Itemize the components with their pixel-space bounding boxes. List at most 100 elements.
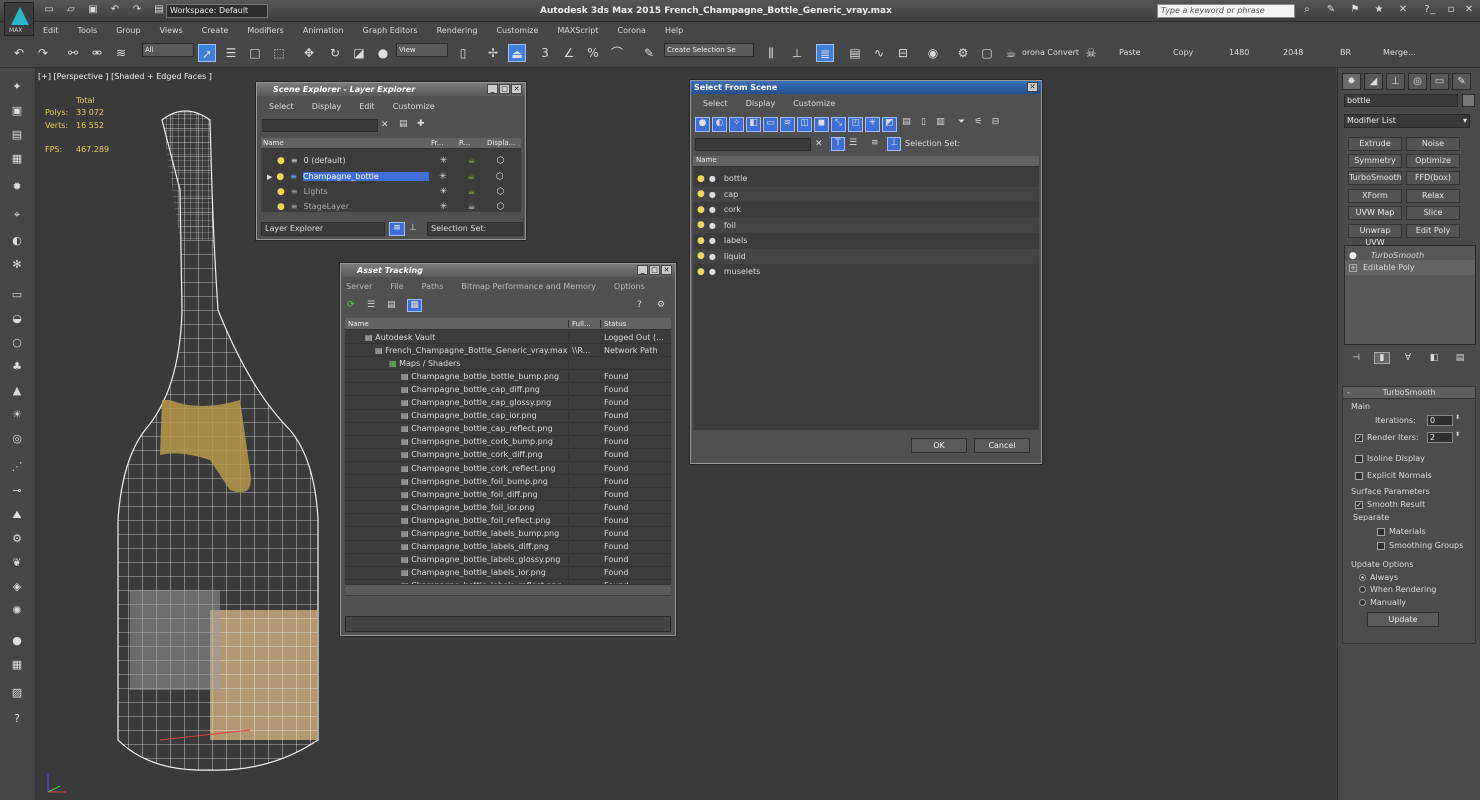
at-menu-paths[interactable]: Paths xyxy=(422,282,444,291)
bulb-icon[interactable]: ● xyxy=(697,267,705,277)
hierarchy-icon[interactable]: ⊥ xyxy=(409,223,417,233)
resolution-1480-button[interactable]: 1480 xyxy=(1229,48,1249,57)
redo-icon[interactable]: ↷ xyxy=(128,4,146,15)
rotate-icon[interactable]: ↻ xyxy=(326,44,344,62)
ref-coord-dropdown[interactable]: View xyxy=(396,43,448,57)
torus-icon[interactable]: ◎ xyxy=(8,432,26,448)
render-teapot-icon[interactable]: ☕ xyxy=(458,156,486,166)
edit-named-selection-icon[interactable]: ✎ xyxy=(640,44,658,62)
modify-tab-icon[interactable]: ◢ xyxy=(1364,73,1383,90)
remove-modifier-icon[interactable]: ◧ xyxy=(1426,353,1442,363)
layer-row[interactable]: ● ≡ Lights ✳ ☕ ⬡ xyxy=(261,184,521,199)
binoculars-icon[interactable]: ⌕ xyxy=(1298,4,1316,15)
tools-icon[interactable]: ✎ xyxy=(1322,4,1340,15)
resolution-2048-button[interactable]: 2048 xyxy=(1283,48,1303,57)
expand-plus-icon[interactable]: + xyxy=(1349,263,1357,272)
box-icon[interactable]: ▭ xyxy=(8,288,26,304)
col-status[interactable]: Status xyxy=(601,320,669,328)
display-box-icon[interactable]: ⬡ xyxy=(485,172,515,182)
br-button[interactable]: BR xyxy=(1340,48,1351,57)
ffd-box-button[interactable]: FFD(box) xyxy=(1406,171,1460,185)
manually-radio[interactable]: Manually xyxy=(1359,598,1406,607)
sfs-menu-customize[interactable]: Customize xyxy=(793,99,835,108)
favorites-icon[interactable]: ★ xyxy=(1370,4,1388,15)
gear-icon[interactable]: ⚙ xyxy=(8,532,26,548)
bulb-icon[interactable]: ● xyxy=(277,187,285,197)
place-icon[interactable]: ● xyxy=(374,44,392,62)
symmetry-button[interactable]: Symmetry xyxy=(1348,154,1402,168)
object-color-swatch[interactable] xyxy=(1462,94,1475,107)
bulb-icon[interactable]: ● xyxy=(276,172,284,182)
curve-editor-icon[interactable]: ∿ xyxy=(870,44,888,62)
groups-filter-icon[interactable]: ◫ xyxy=(797,117,812,132)
freeze-icon[interactable]: ✳ xyxy=(429,172,457,182)
keyboard-shortcut-override-icon[interactable]: ⏏ xyxy=(508,44,526,62)
minimize-window-button[interactable]: _ xyxy=(1424,4,1442,18)
transform-icon[interactable]: ◐ xyxy=(8,234,26,250)
asset-row[interactable]: ▤ Champagne_bottle_cork_reflect.png Found xyxy=(345,462,671,475)
col-full[interactable]: Full... xyxy=(569,319,601,328)
merge-button[interactable]: Merge... xyxy=(1383,48,1416,57)
display-box-icon[interactable]: ⬡ xyxy=(486,187,516,197)
link-icon[interactable]: ⚯ xyxy=(64,44,82,62)
scene-object-row[interactable]: ● ● foil xyxy=(693,217,1039,233)
wire-icon[interactable]: ✺ xyxy=(8,604,26,620)
filter-options-icon[interactable]: ⚟ xyxy=(971,117,986,132)
spinner-snap-icon[interactable]: ⌒ xyxy=(608,44,626,62)
bulb-icon[interactable]: ● xyxy=(697,189,705,199)
move-icon[interactable]: ✥ xyxy=(300,44,318,62)
select-manipulate-icon[interactable]: ✢ xyxy=(484,44,502,62)
corona-convert-button[interactable]: orona Convert xyxy=(1022,48,1079,57)
xform-button[interactable]: XForm xyxy=(1348,189,1402,203)
stack-item-editable-poly[interactable]: + Editable Poly xyxy=(1345,260,1475,275)
paste-button[interactable]: Paste xyxy=(1119,48,1141,57)
spinner-arrows-icon[interactable]: ⬍ xyxy=(1455,414,1460,421)
ok-button[interactable]: OK xyxy=(911,438,967,453)
leaf-icon[interactable]: ❦ xyxy=(8,556,26,572)
configure-sets-icon[interactable]: ▤ xyxy=(1452,353,1468,363)
object-name-field[interactable]: bottle xyxy=(1344,94,1458,107)
pin-stack-icon[interactable]: ⊣ xyxy=(1348,353,1364,363)
asset-row[interactable]: ▤ Champagne_bottle_cap_diff.png Found xyxy=(345,383,671,397)
smooth-result-checkbox[interactable]: ✓ Smooth Result xyxy=(1355,500,1425,509)
cone-icon[interactable]: ▲ xyxy=(8,384,26,400)
layers-icon[interactable]: ≡ xyxy=(871,138,879,148)
col-freeze[interactable]: Fr... xyxy=(431,139,459,147)
lights-filter-icon[interactable]: ✧ xyxy=(729,117,744,132)
menu-group[interactable]: Group xyxy=(116,26,140,35)
material-editor-icon[interactable]: ◉ xyxy=(924,44,942,62)
align-icon[interactable]: ⊥ xyxy=(788,44,806,62)
render-setup-icon[interactable]: ⚙ xyxy=(954,44,972,62)
relax-button[interactable]: Relax xyxy=(1406,189,1460,203)
expand-icon[interactable]: ▶ xyxy=(267,173,272,181)
iterations-spinner[interactable]: 0 xyxy=(1427,415,1453,426)
hair-icon[interactable]: ⋰ xyxy=(8,460,26,476)
freeze-icon[interactable]: ✳ xyxy=(430,202,458,212)
edit-poly-button[interactable]: Edit Poly xyxy=(1406,224,1460,238)
menu-graph-editors[interactable]: Graph Editors xyxy=(363,26,418,35)
menu-tools[interactable]: Tools xyxy=(78,26,98,35)
sky-icon[interactable]: ⛰ xyxy=(8,508,26,524)
bulb-icon[interactable]: ● xyxy=(697,236,705,246)
rollout-header[interactable]: - TurboSmooth xyxy=(1343,387,1475,399)
at-menu-server[interactable]: Server xyxy=(346,282,372,291)
open-file-icon[interactable]: ▱ xyxy=(62,4,80,15)
scene-object-row[interactable]: ● ● cork xyxy=(693,202,1039,217)
explicit-normals-checkbox[interactable]: Explicit Normals xyxy=(1355,471,1432,480)
sphere-icon[interactable]: ○ xyxy=(8,336,26,352)
maximize-window-button[interactable]: ▫ xyxy=(1442,4,1460,18)
cancel-button[interactable]: Cancel xyxy=(974,438,1030,453)
select-dependents-icon[interactable]: ☰ xyxy=(849,138,857,148)
at-menu-options[interactable]: Options xyxy=(614,282,645,291)
hidden-filter-icon[interactable]: ◩ xyxy=(882,117,897,132)
percent-snap-icon[interactable]: % xyxy=(584,44,602,62)
shapes-filter-icon[interactable]: ◐ xyxy=(712,117,727,132)
close-button[interactable]: ✕ xyxy=(1027,82,1038,92)
asset-row[interactable]: ▤ Champagne_bottle_foil_ior.png Found xyxy=(345,501,671,515)
help-icon[interactable]: ? xyxy=(637,300,642,310)
scene-object-row[interactable]: ● ● labels xyxy=(693,233,1039,248)
display-tab-icon[interactable]: ▭ xyxy=(1430,73,1449,90)
cameras-filter-icon[interactable]: ◧ xyxy=(746,117,761,132)
layout-icon[interactable]: ▦ xyxy=(8,658,26,674)
bulb-icon[interactable]: ● xyxy=(697,251,705,261)
